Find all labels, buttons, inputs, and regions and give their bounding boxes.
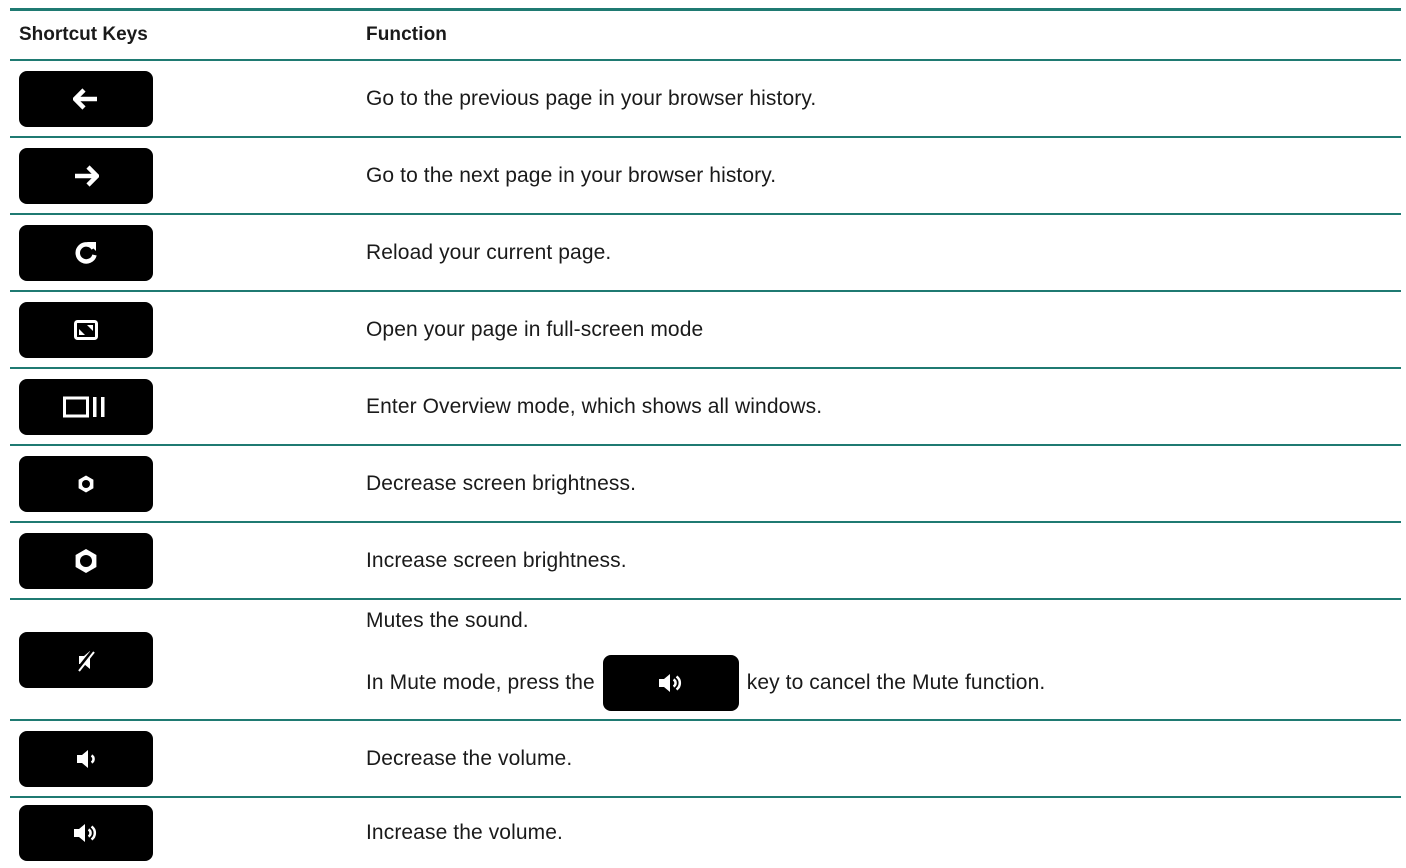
overview-key — [19, 378, 153, 435]
volume-up-icon — [658, 673, 681, 692]
brightness-up-icon — [75, 548, 97, 573]
table-header: Shortcut Keys Function — [10, 11, 1401, 61]
back-arrow-icon — [73, 87, 97, 110]
table-row: Go to the previous page in your browser … — [10, 61, 1401, 138]
fullscreen-key — [19, 301, 153, 358]
table-row: Decrease the volume. — [10, 721, 1401, 798]
brightness-up-key — [19, 532, 153, 589]
header-function: Function — [366, 24, 448, 45]
function-text: Mutes the sound. — [366, 608, 529, 632]
volume-up-key — [19, 805, 153, 861]
table-row: Increase screen brightness. — [10, 523, 1401, 600]
mute-icon — [75, 648, 95, 672]
brightness-down-key — [19, 455, 153, 512]
function-text-before-key: In Mute mode, press the — [366, 670, 595, 694]
volume-up-icon — [74, 824, 97, 842]
back-key — [19, 70, 153, 127]
table-row: Increase the volume. — [10, 798, 1401, 868]
reload-icon — [75, 241, 97, 264]
header-shortcut-keys: Shortcut Keys — [19, 24, 148, 45]
function-text: Decrease screen brightness. — [366, 471, 636, 495]
function-text: Go to the previous page in your browser … — [366, 86, 817, 110]
forward-arrow-icon — [75, 164, 99, 187]
function-text: Open your page in full-screen mode — [366, 317, 704, 341]
function-text: Increase the volume. — [366, 821, 563, 844]
table-row: Mutes the sound. In Mute mode, press the… — [10, 600, 1401, 721]
volume-down-key — [19, 730, 153, 787]
function-text: Reload your current page. — [366, 240, 612, 264]
forward-key — [19, 147, 153, 204]
table-row: Reload your current page. — [10, 215, 1401, 292]
shortcut-keys-table: Shortcut Keys Function Go to the previou… — [10, 8, 1401, 868]
function-text: Increase screen brightness. — [366, 548, 627, 572]
function-text: Enter Overview mode, which shows all win… — [366, 394, 823, 418]
function-text-after-key: key to cancel the Mute function. — [746, 670, 1046, 694]
mute-key — [19, 631, 153, 688]
fullscreen-icon — [74, 319, 98, 340]
function-text: Decrease the volume. — [366, 746, 573, 770]
table-row: Go to the next page in your browser hist… — [10, 138, 1401, 215]
overview-icon — [63, 396, 105, 417]
table-row: Enter Overview mode, which shows all win… — [10, 369, 1401, 446]
function-text: Go to the next page in your browser hist… — [366, 163, 777, 187]
brightness-down-icon — [78, 475, 94, 492]
volume-down-icon — [77, 749, 95, 768]
reload-key — [19, 224, 153, 281]
volume-up-key-inline — [602, 654, 739, 711]
table-row: Decrease screen brightness. — [10, 446, 1401, 523]
table-row: Open your page in full-screen mode — [10, 292, 1401, 369]
